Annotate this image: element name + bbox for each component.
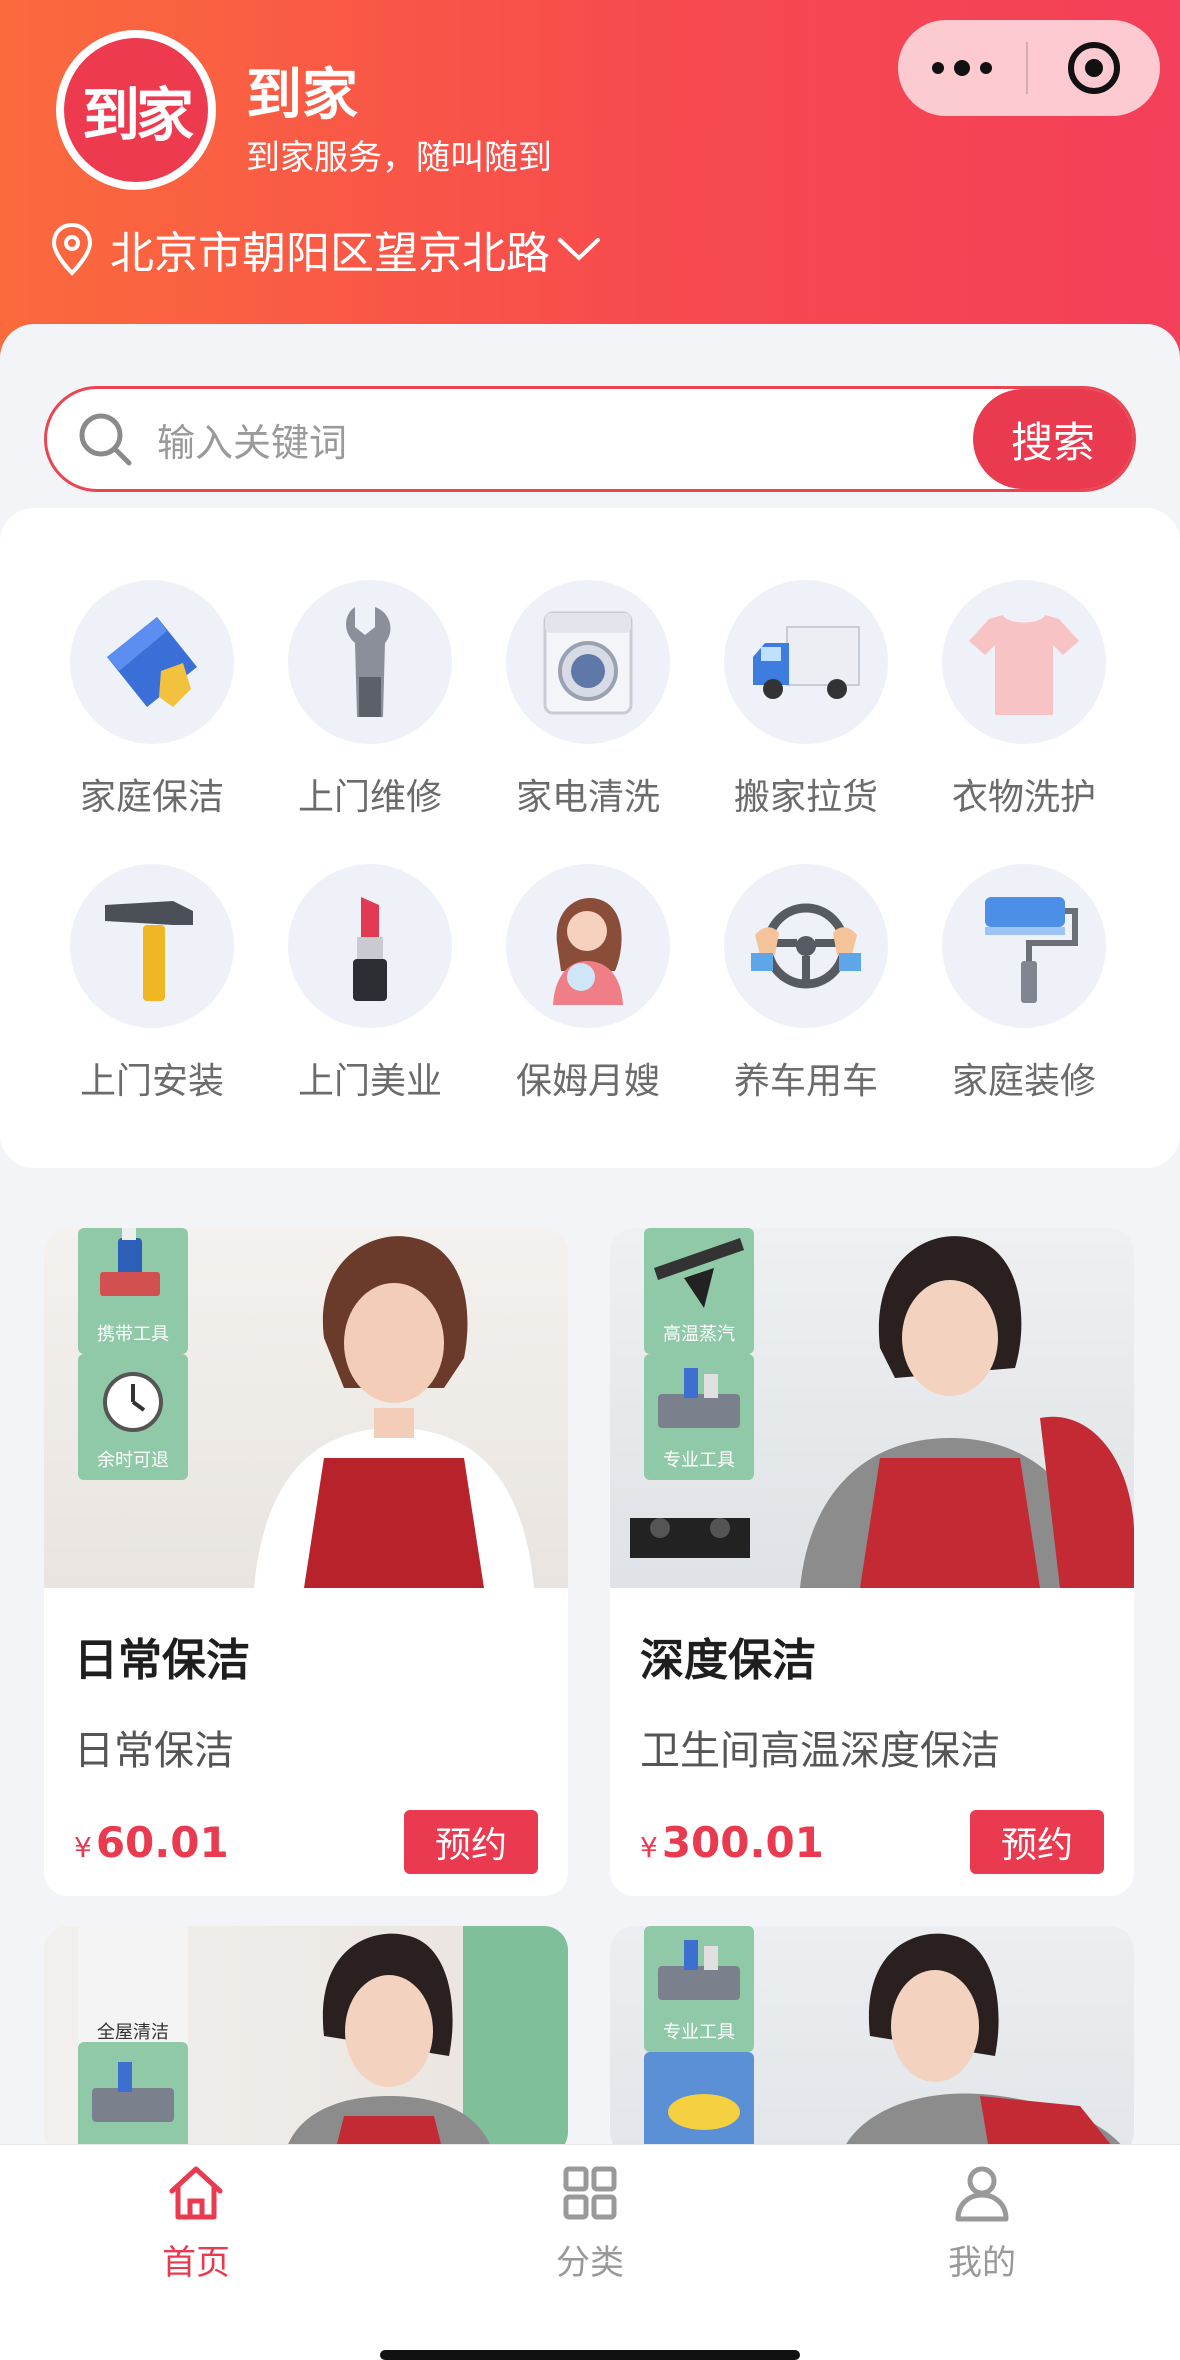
service-description: 日常保洁 bbox=[74, 1728, 234, 1774]
category-item-nanny[interactable]: 保姆月嫂 bbox=[488, 864, 688, 1104]
book-button[interactable]: 预约 bbox=[404, 1810, 538, 1874]
service-title: 日常保洁 bbox=[74, 1635, 250, 1686]
tag-tools: 携带工具 bbox=[78, 1228, 188, 1354]
service-card-deep-cleaning[interactable]: 高温蒸汽 专业工具 深度保洁 卫生间高温深度保洁 ¥300.01 预约 bbox=[610, 1228, 1134, 1896]
search-icon bbox=[79, 413, 132, 466]
app-title: 到家 bbox=[246, 63, 358, 128]
category-item-laundry[interactable]: 衣物洗护 bbox=[924, 580, 1124, 820]
location-text: 北京市朝阳区望京北路 bbox=[110, 228, 550, 279]
more-dot-icon bbox=[954, 60, 970, 76]
logo-text: 到家 bbox=[64, 38, 208, 182]
service-image: 全屋清洁 bbox=[44, 1926, 568, 2156]
location-selector[interactable]: 北京市朝阳区望京北路 bbox=[48, 214, 602, 284]
steering-wheel-icon bbox=[751, 903, 861, 989]
chevron-down-icon bbox=[558, 238, 600, 261]
more-dot-icon bbox=[980, 62, 992, 74]
service-price: ¥300.01 bbox=[640, 1817, 824, 1867]
search-input[interactable]: 输入关键词 bbox=[157, 412, 973, 467]
search-button[interactable]: 搜索 bbox=[973, 389, 1133, 489]
cleaner-photo bbox=[254, 1236, 534, 1588]
category-item-appliance-cleaning[interactable]: 家电清洗 bbox=[488, 580, 688, 820]
lipstick-icon bbox=[353, 897, 387, 1001]
home-indicator bbox=[380, 2350, 800, 2360]
tab-home[interactable]: 首页 bbox=[96, 2161, 296, 2284]
service-price: ¥60.01 bbox=[74, 1817, 229, 1867]
category-item-moving[interactable]: 搬家拉货 bbox=[706, 580, 906, 820]
tab-profile[interactable]: 我的 bbox=[882, 2161, 1082, 2284]
nanny-icon bbox=[553, 897, 623, 1005]
tab-category[interactable]: 分类 bbox=[490, 2161, 690, 2284]
category-item-repair[interactable]: 上门维修 bbox=[270, 580, 470, 820]
tag-refund: 余时可退 bbox=[78, 1354, 188, 1480]
miniprogram-capsule bbox=[898, 20, 1160, 116]
service-description: 卫生间高温深度保洁 bbox=[640, 1728, 1000, 1774]
close-miniprogram-button[interactable] bbox=[1028, 42, 1160, 94]
home-icon bbox=[169, 2166, 223, 2220]
cleaner-photo bbox=[840, 1933, 1130, 2156]
category-item-installation[interactable]: 上门安装 bbox=[52, 864, 252, 1104]
header: 到家 到家 到家服务，随叫随到 北京市朝阳区望京北路 bbox=[0, 0, 1180, 360]
service-image: 专业工具 bbox=[610, 1926, 1134, 2156]
hammer-icon bbox=[105, 901, 193, 1001]
category-grid: 家庭保洁 上门维修 家电清洗 搬家拉货 衣物洗护 上门安装 上门美业 保姆月嫂 … bbox=[0, 508, 1180, 1168]
tag-pro-tools bbox=[78, 2042, 188, 2156]
tag-steam: 高温蒸汽 bbox=[644, 1228, 754, 1354]
wrench-icon bbox=[346, 607, 391, 717]
service-title: 深度保洁 bbox=[640, 1635, 816, 1686]
more-menu-button[interactable] bbox=[898, 60, 1026, 76]
truck-icon bbox=[753, 626, 860, 699]
service-image: 高温蒸汽 专业工具 bbox=[610, 1228, 1134, 1588]
paint-roller-icon bbox=[985, 897, 1078, 1003]
tag-cleaning-photo bbox=[644, 2052, 754, 2156]
search-bar: 输入关键词 搜索 bbox=[44, 386, 1136, 492]
washing-machine-icon bbox=[543, 611, 633, 715]
category-item-beauty[interactable]: 上门美业 bbox=[270, 864, 470, 1104]
app-subtitle: 到家服务，随叫随到 bbox=[246, 138, 552, 178]
tag-pro-tools: 专业工具 bbox=[644, 1354, 754, 1480]
stove-photo bbox=[630, 1518, 750, 1558]
user-icon bbox=[955, 2166, 1009, 2222]
service-card-daily-cleaning[interactable]: 携带工具 余时可退 日常保洁 日常保洁 ¥60.01 预约 bbox=[44, 1228, 568, 1896]
service-image: 携带工具 余时可退 bbox=[44, 1228, 568, 1588]
tshirt-icon bbox=[969, 615, 1079, 715]
tag-pro-tools: 专业工具 bbox=[644, 1926, 754, 2052]
more-dot-icon bbox=[932, 62, 944, 74]
category-item-home-cleaning[interactable]: 家庭保洁 bbox=[52, 580, 252, 820]
target-icon bbox=[1068, 42, 1120, 94]
tab-bar: 首页 分类 我的 bbox=[0, 2144, 1180, 2360]
cleaner-photo bbox=[800, 1236, 1134, 1588]
grid-icon bbox=[563, 2166, 617, 2220]
category-item-car[interactable]: 养车用车 bbox=[706, 864, 906, 1104]
book-button[interactable]: 预约 bbox=[970, 1810, 1104, 1874]
category-item-renovation[interactable]: 家庭装修 bbox=[924, 864, 1124, 1104]
location-pin-icon bbox=[51, 222, 93, 276]
app-logo: 到家 bbox=[56, 30, 216, 190]
service-card-pro-cleaning[interactable]: 专业工具 bbox=[610, 1926, 1134, 2156]
tag-whole-house: 全屋清洁 bbox=[78, 1926, 188, 2052]
cleaning-cloth-icon bbox=[107, 617, 197, 707]
service-card-whole-house[interactable]: 全屋清洁 bbox=[44, 1926, 568, 2156]
cleaner-photo bbox=[284, 1933, 494, 2156]
